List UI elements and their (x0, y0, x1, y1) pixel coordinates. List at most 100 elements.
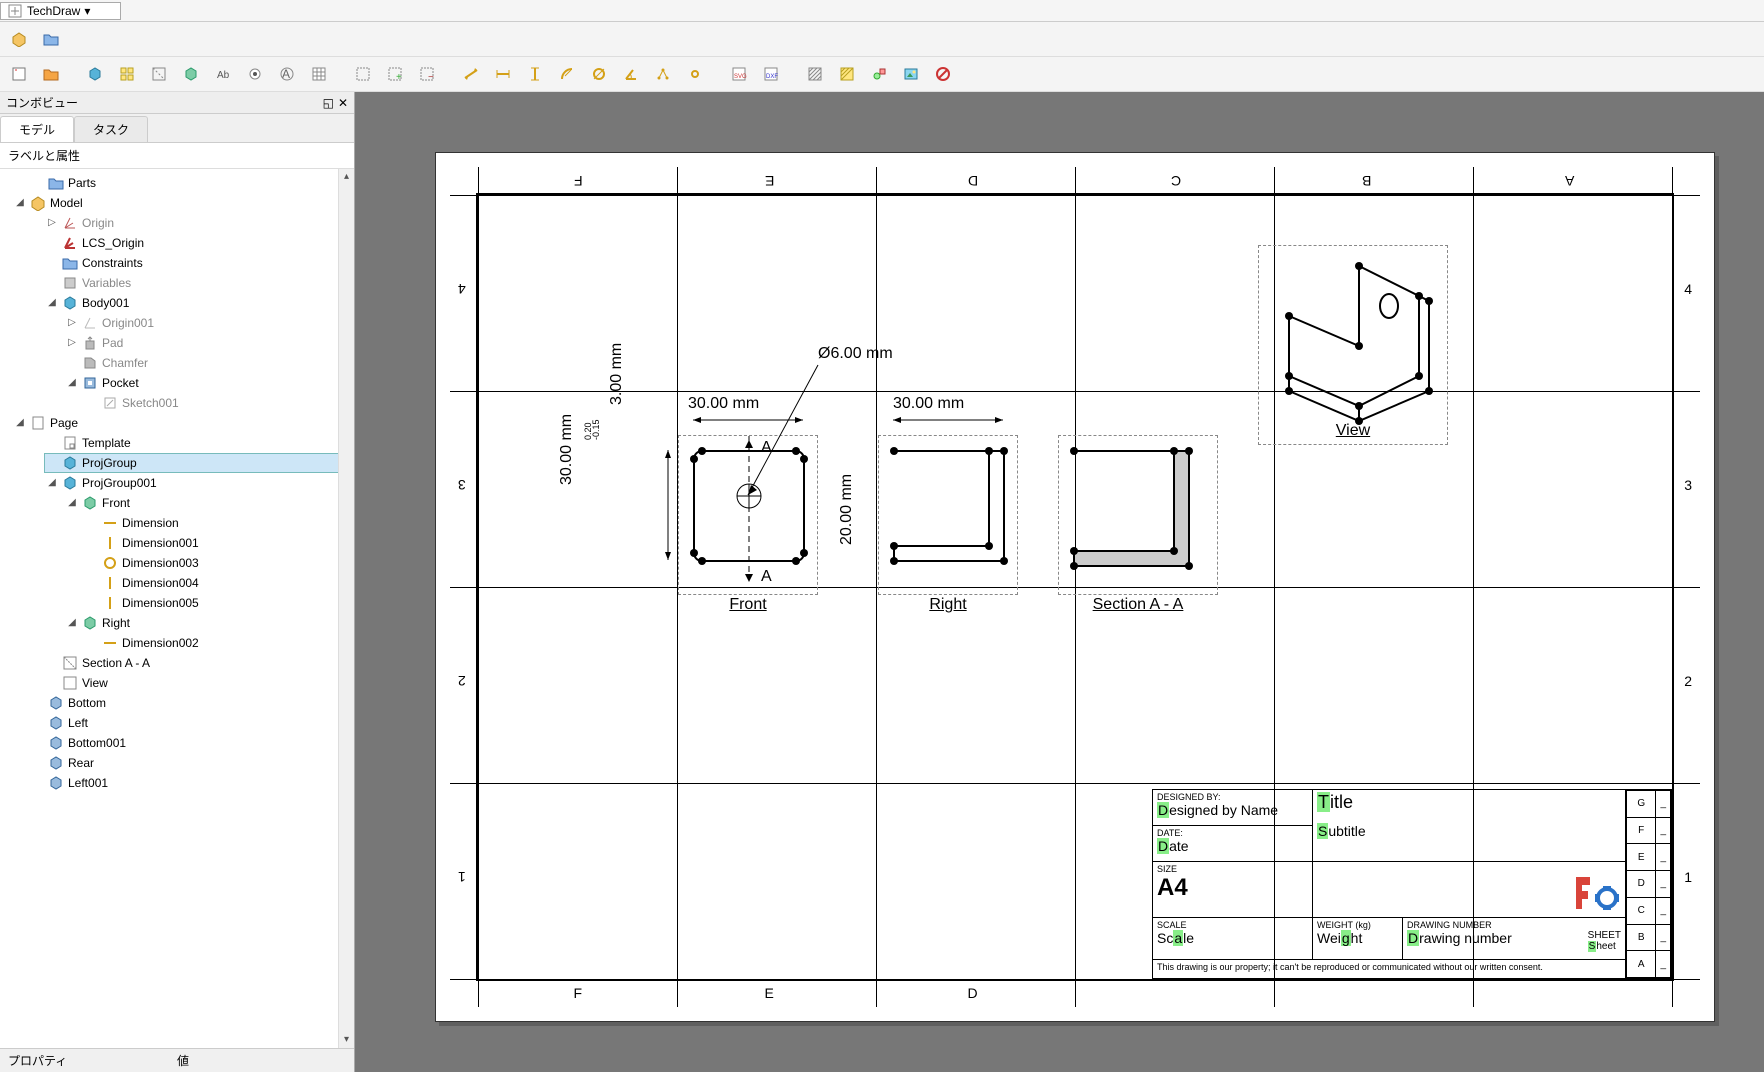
symbol-icon[interactable] (866, 61, 892, 87)
folder-icon[interactable] (38, 26, 64, 52)
projgroup-icon[interactable] (114, 61, 140, 87)
dim-vertical-icon[interactable] (522, 61, 548, 87)
pad-icon (82, 335, 98, 351)
dim-front-thickness[interactable]: 3.00 mm (608, 343, 626, 405)
new-page-template-icon[interactable] (38, 61, 64, 87)
hatch-icon[interactable] (802, 61, 828, 87)
dim-link-icon[interactable] (682, 61, 708, 87)
tab-task[interactable]: タスク (74, 116, 148, 142)
folder-icon (48, 175, 64, 191)
workbench-selector[interactable]: TechDraw (0, 2, 121, 20)
tree-dimension003[interactable]: Dimension003 (84, 553, 352, 573)
tree-chamfer[interactable]: Chamfer (64, 353, 352, 373)
section-icon[interactable] (146, 61, 172, 87)
dim-diameter-icon[interactable] (586, 61, 612, 87)
tree-lcs-origin[interactable]: LCS_Origin (44, 233, 352, 253)
tree-dimension002[interactable]: Dimension002 (84, 633, 352, 653)
tree-section-a-a[interactable]: Section A - A (44, 653, 352, 673)
toggle-frame-icon[interactable] (930, 61, 956, 87)
tree-dimension001[interactable]: Dimension001 (84, 533, 352, 553)
dim-right-height[interactable]: 20.00 mm (838, 474, 856, 545)
tree-pocket[interactable]: ◢Pocket (64, 373, 352, 393)
tree-front[interactable]: ◢Front (64, 493, 352, 513)
tree-body001[interactable]: ◢Body001 (44, 293, 352, 313)
close-panel-icon[interactable]: ✕ (338, 96, 348, 110)
tree-right[interactable]: ◢Right (64, 613, 352, 633)
tb-weight[interactable]: ht (1351, 930, 1363, 946)
view-right[interactable]: Right (878, 435, 1018, 595)
drawing-page[interactable]: F E D C B A F E D 4 4 3 3 2 (435, 152, 1715, 1022)
dim-angle3pt-icon[interactable] (650, 61, 676, 87)
insert-view-icon[interactable] (82, 61, 108, 87)
tab-model[interactable]: モデル (0, 116, 74, 142)
spreadsheet-icon[interactable] (306, 61, 332, 87)
tree-sketch001[interactable]: Sketch001 (84, 393, 352, 413)
tree-dimension004[interactable]: Dimension004 (84, 573, 352, 593)
tree-left001[interactable]: Left001 (30, 773, 352, 793)
dim-length-icon[interactable] (458, 61, 484, 87)
tree-origin[interactable]: ▷Origin (44, 213, 352, 233)
title-block[interactable]: DESIGNED BY: Designed by Name Title Subt… (1152, 789, 1672, 979)
undock-icon[interactable]: ◱ (323, 96, 334, 110)
tree-page[interactable]: ◢Page (12, 413, 352, 433)
new-page-icon[interactable] (6, 61, 32, 87)
tree-model[interactable]: ◢Model (12, 193, 352, 213)
tb-date[interactable]: ate (1169, 838, 1188, 854)
tb-designed-by[interactable]: esigned by Name (1169, 802, 1278, 818)
image-icon[interactable] (898, 61, 924, 87)
tree-bottom001[interactable]: Bottom001 (30, 733, 352, 753)
view-section[interactable]: Section A - A (1058, 435, 1218, 595)
tree-constraints[interactable]: Constraints (44, 253, 352, 273)
tb-size[interactable]: A4 (1157, 874, 1308, 902)
scroll-down-icon[interactable]: ▾ (339, 1032, 354, 1048)
clip-icon[interactable] (350, 61, 376, 87)
tree-left[interactable]: Left (30, 713, 352, 733)
tree-dimension005[interactable]: Dimension005 (84, 593, 352, 613)
tb-designed-by-label: DESIGNED BY: (1157, 792, 1308, 802)
row-label: 1 (1684, 869, 1692, 885)
tree-dimension[interactable]: Dimension (84, 513, 352, 533)
view-iso[interactable]: View (1258, 245, 1448, 445)
tree-pad[interactable]: ▷Pad (64, 333, 352, 353)
geom-hatch-icon[interactable] (834, 61, 860, 87)
detail-icon[interactable] (178, 61, 204, 87)
drawing-viewport[interactable]: F E D C B A F E D 4 4 3 3 2 (355, 92, 1764, 1072)
tree-view[interactable]: View (44, 673, 352, 693)
export-svg-icon[interactable]: SVG (726, 61, 752, 87)
tb-title[interactable]: itle (1330, 792, 1353, 812)
tree-template[interactable]: Template (44, 433, 352, 453)
scroll-up-icon[interactable]: ▴ (339, 169, 354, 185)
dim-front-height[interactable]: 30.00 mm (558, 414, 576, 485)
draft-view-icon[interactable] (242, 61, 268, 87)
axis-icon (62, 215, 78, 231)
tree-rear[interactable]: Rear (30, 753, 352, 773)
arch-view-icon[interactable]: A (274, 61, 300, 87)
assembly-icon[interactable] (6, 26, 32, 52)
tb-sheet[interactable]: heet (1596, 941, 1615, 952)
tree-projgroup001[interactable]: ◢ProjGroup001 (44, 473, 352, 493)
tb-scale[interactable]: le (1183, 930, 1194, 946)
dim-horizontal-icon[interactable] (490, 61, 516, 87)
tree-origin001[interactable]: ▷Origin001 (64, 313, 352, 333)
clip-add-icon[interactable]: + (382, 61, 408, 87)
dim-v-icon (102, 535, 118, 551)
annotation-icon[interactable]: Ab (210, 61, 236, 87)
tb-drawing-no[interactable]: rawing number (1419, 930, 1512, 946)
tree-variables[interactable]: Variables (44, 273, 352, 293)
row-label: 3 (1684, 477, 1692, 493)
techdraw-icon (7, 3, 23, 19)
tb-subtitle[interactable]: ubtitle (1328, 823, 1365, 839)
dim-radius-icon[interactable] (554, 61, 580, 87)
tree-projgroup[interactable]: ProjGroup (44, 453, 352, 473)
clip-remove-icon[interactable]: − (414, 61, 440, 87)
toolbar-row-2: Ab A + − SVG DXF (0, 57, 1764, 92)
model-tree[interactable]: ▴ ▾ Parts ◢Model ▷Origin LCS_Origin Cons… (0, 169, 354, 1048)
export-dxf-icon[interactable]: DXF (758, 61, 784, 87)
dim-angle-icon[interactable] (618, 61, 644, 87)
tree-scrollbar[interactable]: ▴ ▾ (338, 169, 354, 1048)
tree-parts[interactable]: Parts (30, 173, 352, 193)
drawing-frame: F E D C B A F E D 4 4 3 3 2 (476, 193, 1674, 981)
tree-bottom[interactable]: Bottom (30, 693, 352, 713)
col-label-top: D (968, 173, 978, 189)
property-header: プロパティ 値 (0, 1048, 354, 1072)
